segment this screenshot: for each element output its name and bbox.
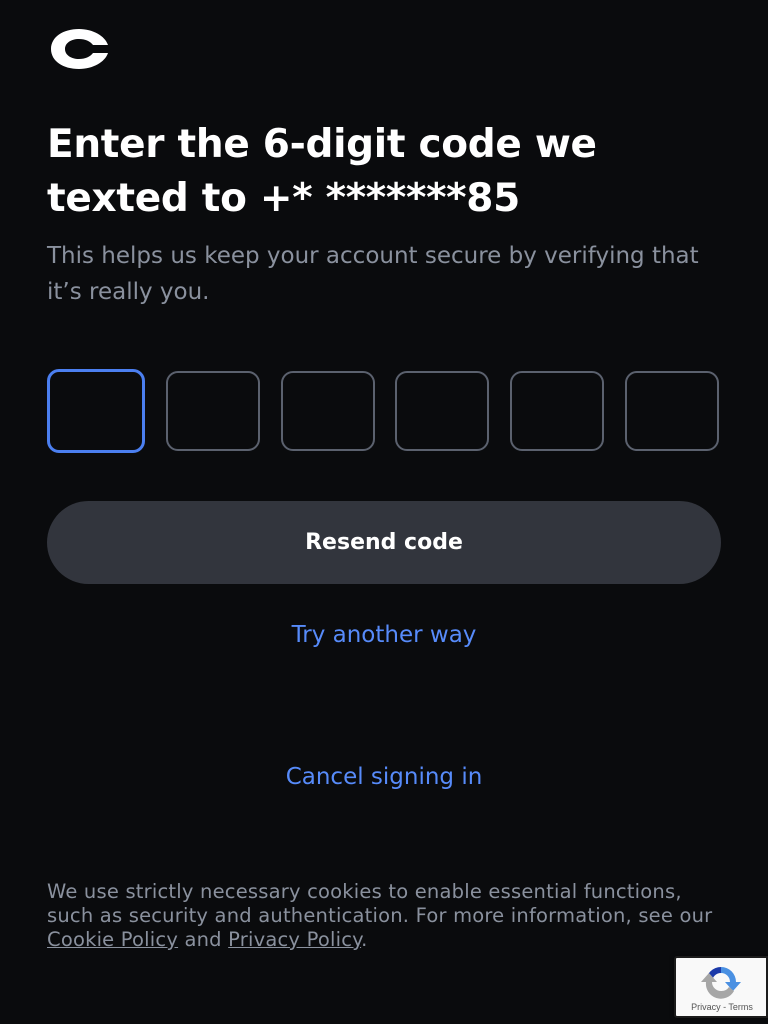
recaptcha-badge[interactable]: Privacy - Terms bbox=[674, 956, 768, 1018]
recaptcha-icon bbox=[701, 967, 741, 999]
code-digit-1[interactable] bbox=[47, 369, 145, 453]
code-input-group bbox=[47, 369, 719, 453]
coinbase-logo-icon bbox=[51, 29, 108, 69]
code-digit-2[interactable] bbox=[165, 371, 260, 451]
cookie-notice: We use strictly necessary cookies to ena… bbox=[47, 880, 727, 952]
recaptcha-footer[interactable]: Privacy - Terms bbox=[676, 1002, 768, 1012]
page-subtitle: This helps us keep your account secure b… bbox=[47, 243, 699, 305]
privacy-policy-link[interactable]: Privacy Policy bbox=[228, 928, 361, 951]
cookie-policy-link[interactable]: Cookie Policy bbox=[47, 928, 178, 951]
resend-code-button[interactable]: Resend code bbox=[47, 501, 721, 584]
cookie-notice-text: We use strictly necessary cookies to ena… bbox=[47, 880, 713, 927]
verification-page: Enter the 6-digit code we texted to +* *… bbox=[0, 0, 768, 1024]
try-another-way-link[interactable]: Try another way bbox=[0, 622, 768, 648]
cookie-notice-and: and bbox=[178, 928, 229, 951]
page-title: Enter the 6-digit code we texted to +* *… bbox=[47, 122, 597, 221]
cancel-signing-in-link[interactable]: Cancel signing in bbox=[0, 764, 768, 790]
cookie-notice-period: . bbox=[361, 928, 368, 951]
code-digit-4[interactable] bbox=[395, 371, 490, 451]
code-digit-3[interactable] bbox=[280, 371, 375, 451]
code-digit-5[interactable] bbox=[510, 371, 605, 451]
code-digit-6[interactable] bbox=[624, 371, 719, 451]
